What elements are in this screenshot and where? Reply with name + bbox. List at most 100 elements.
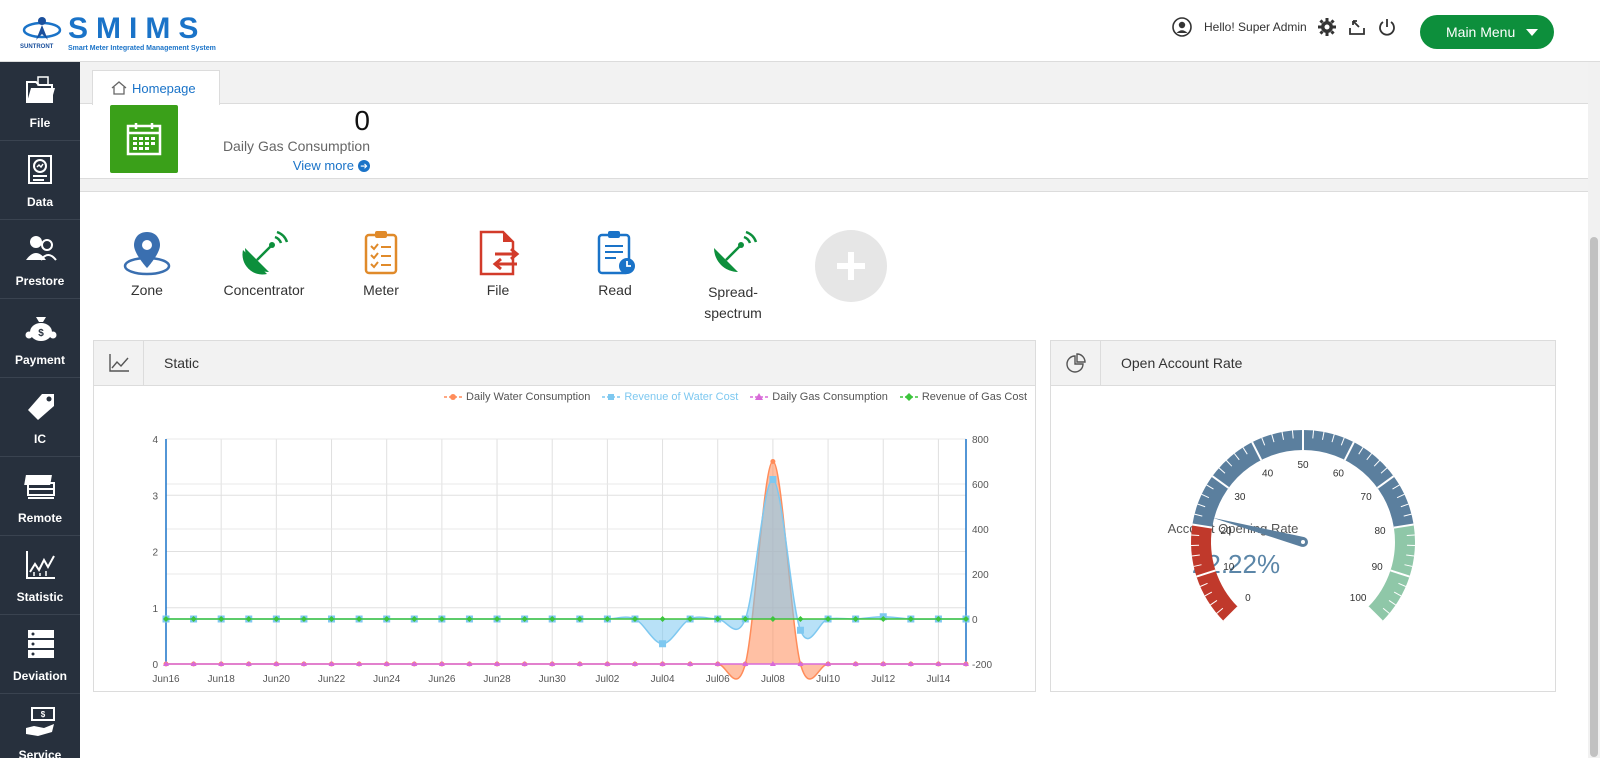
panel-header: Static [94, 341, 1035, 386]
sidebar: File Data Prestore $ Payment IC Remote S… [0, 62, 80, 758]
svg-text:$: $ [38, 328, 44, 339]
gauge-pivot-center [1301, 540, 1305, 544]
sidebar-item-label: IC [34, 432, 46, 446]
y-left-tick-label: 4 [152, 435, 158, 446]
sidebar-item-ic[interactable]: IC [0, 378, 80, 457]
panel-title: Open Account Rate [1121, 355, 1243, 371]
main-menu-label: Main Menu [1446, 24, 1516, 40]
data-report-icon [28, 155, 52, 184]
quick-link-label: Meter [363, 282, 399, 298]
y-right-tick-label: 400 [972, 525, 989, 536]
power-icon[interactable] [1377, 17, 1397, 37]
panel-title: Static [164, 355, 200, 371]
stat-label: Daily Gas Consumption [222, 138, 370, 154]
line-chart-icon [94, 341, 144, 385]
calendar-icon [110, 105, 178, 173]
money-bag-icon: $ [25, 317, 57, 341]
sidebar-item-deviation[interactable]: Deviation [0, 615, 80, 694]
data-point[interactable] [796, 626, 804, 634]
tab-homepage[interactable]: Homepage [92, 70, 220, 105]
sidebar-item-prestore[interactable]: Prestore [0, 220, 80, 299]
scroll-thumb[interactable] [1590, 237, 1598, 757]
sidebar-item-label: Prestore [15, 274, 65, 288]
chevron-down-icon [1526, 29, 1538, 36]
export-icon[interactable] [1347, 17, 1367, 37]
x-tick-label: Jun30 [539, 674, 567, 685]
users-icon [26, 236, 57, 261]
clipboard-icon [364, 231, 398, 275]
quick-link-concentrator[interactable]: Concentrator [209, 230, 319, 298]
sidebar-item-label: Remote [17, 511, 62, 525]
sidebar-item-statistic[interactable]: Statistic [0, 536, 80, 615]
view-more-link[interactable]: View more ➔ [293, 158, 370, 173]
sidebar-item-payment[interactable]: $ Payment [0, 299, 80, 378]
user-avatar-icon[interactable] [1172, 17, 1192, 37]
y-left-tick-label: 3 [152, 491, 158, 502]
header-user-area: Hello! Super Admin [1172, 17, 1407, 37]
gauge-tick-label: 20 [1220, 526, 1232, 537]
quick-link-file[interactable]: File [443, 230, 553, 298]
x-tick-label: Jul12 [871, 674, 895, 685]
tag-icon [28, 394, 54, 420]
y-left-tick-label: 0 [152, 660, 158, 671]
data-point[interactable] [769, 476, 777, 483]
static-line-chart[interactable]: 0 1 2 3 4 -200 0 200 400 600 800 Jun16 Jun18 Jun20 Jun… [94, 401, 1035, 691]
logo-title: SMIMS [68, 12, 207, 45]
greeting-text: Hello! Super Admin [1204, 20, 1307, 34]
cash-stack-icon [24, 475, 55, 499]
y-left-tick-label: 2 [152, 548, 158, 559]
gauge-tick-label: 50 [1297, 460, 1309, 471]
sidebar-item-label: Data [26, 195, 53, 209]
gear-icon[interactable] [1317, 17, 1337, 37]
gauge-tick [1191, 534, 1200, 536]
read-clipboard-icon [597, 231, 635, 275]
main-menu-button[interactable]: Main Menu [1420, 15, 1554, 49]
home-icon [111, 81, 127, 95]
quick-link-zone[interactable]: Zone [92, 230, 202, 298]
logo-brand: SUNTRONT [20, 44, 54, 50]
sidebar-item-file[interactable]: File [0, 62, 80, 141]
main-content: Homepage 0 Daily Gas Consumption View mo… [80, 62, 1600, 758]
quick-link-spread-spectrum[interactable]: Spread-spectrum [678, 230, 788, 324]
sidebar-item-label: Payment [14, 353, 66, 367]
sidebar-item-label: Deviation [12, 669, 67, 683]
view-more-label: View more [292, 158, 354, 173]
sidebar-item-label: Statistic [16, 590, 64, 604]
sidebar-item-remote[interactable]: Remote [0, 457, 80, 536]
gauge-tick-label: 0 [1245, 593, 1251, 604]
sidebar-item-service[interactable]: $ Service [0, 694, 80, 758]
quick-link-read[interactable]: Read [560, 230, 670, 298]
logo[interactable]: SMIMS SUNTRONT Smart Meter Integrated Ma… [20, 10, 220, 56]
quick-link-meter[interactable]: Meter [326, 230, 436, 298]
x-tick-label: Jun28 [483, 674, 511, 685]
account-rate-gauge: Account Opening Rate 22.22% 010203040506… [1168, 429, 1415, 622]
file-transfer-icon [479, 230, 520, 276]
y-right-tick-label: 800 [972, 435, 989, 446]
add-quick-link-button[interactable] [815, 230, 887, 302]
top-header: SMIMS SUNTRONT Smart Meter Integrated Ma… [0, 0, 1600, 62]
y-left-tick-label: 1 [152, 604, 158, 615]
page-scrollbar[interactable] [1588, 62, 1600, 758]
gauge-tick-label: 10 [1223, 562, 1235, 573]
stat-value: 0 [354, 105, 370, 136]
sidebar-item-data[interactable]: Data [0, 141, 80, 220]
tab-label: Homepage [132, 80, 196, 96]
data-point[interactable] [659, 640, 667, 648]
gauge-tick-label: 100 [1350, 593, 1367, 604]
data-point[interactable] [770, 459, 776, 464]
quick-link-label: Zone [131, 282, 163, 298]
y-right-tick-label: -200 [972, 660, 992, 671]
app-root: SMIMS SUNTRONT Smart Meter Integrated Ma… [0, 0, 1600, 758]
arrow-right-icon: ➔ [358, 159, 370, 172]
quick-link-label: File [486, 282, 510, 298]
gauge-tick-label: 80 [1374, 526, 1386, 537]
x-tick-label: Jun26 [428, 674, 456, 685]
x-tick-label: Jun22 [318, 674, 346, 685]
x-tick-label: Jul02 [595, 674, 619, 685]
legend-marker-icon [444, 394, 463, 400]
quick-link-label: Concentrator [223, 282, 305, 298]
x-tick-label: Jun18 [208, 674, 236, 685]
x-tick-label: Jul04 [651, 674, 675, 685]
gauge-tick-label: 60 [1333, 469, 1345, 480]
gauge-tick-label: 40 [1262, 469, 1274, 480]
